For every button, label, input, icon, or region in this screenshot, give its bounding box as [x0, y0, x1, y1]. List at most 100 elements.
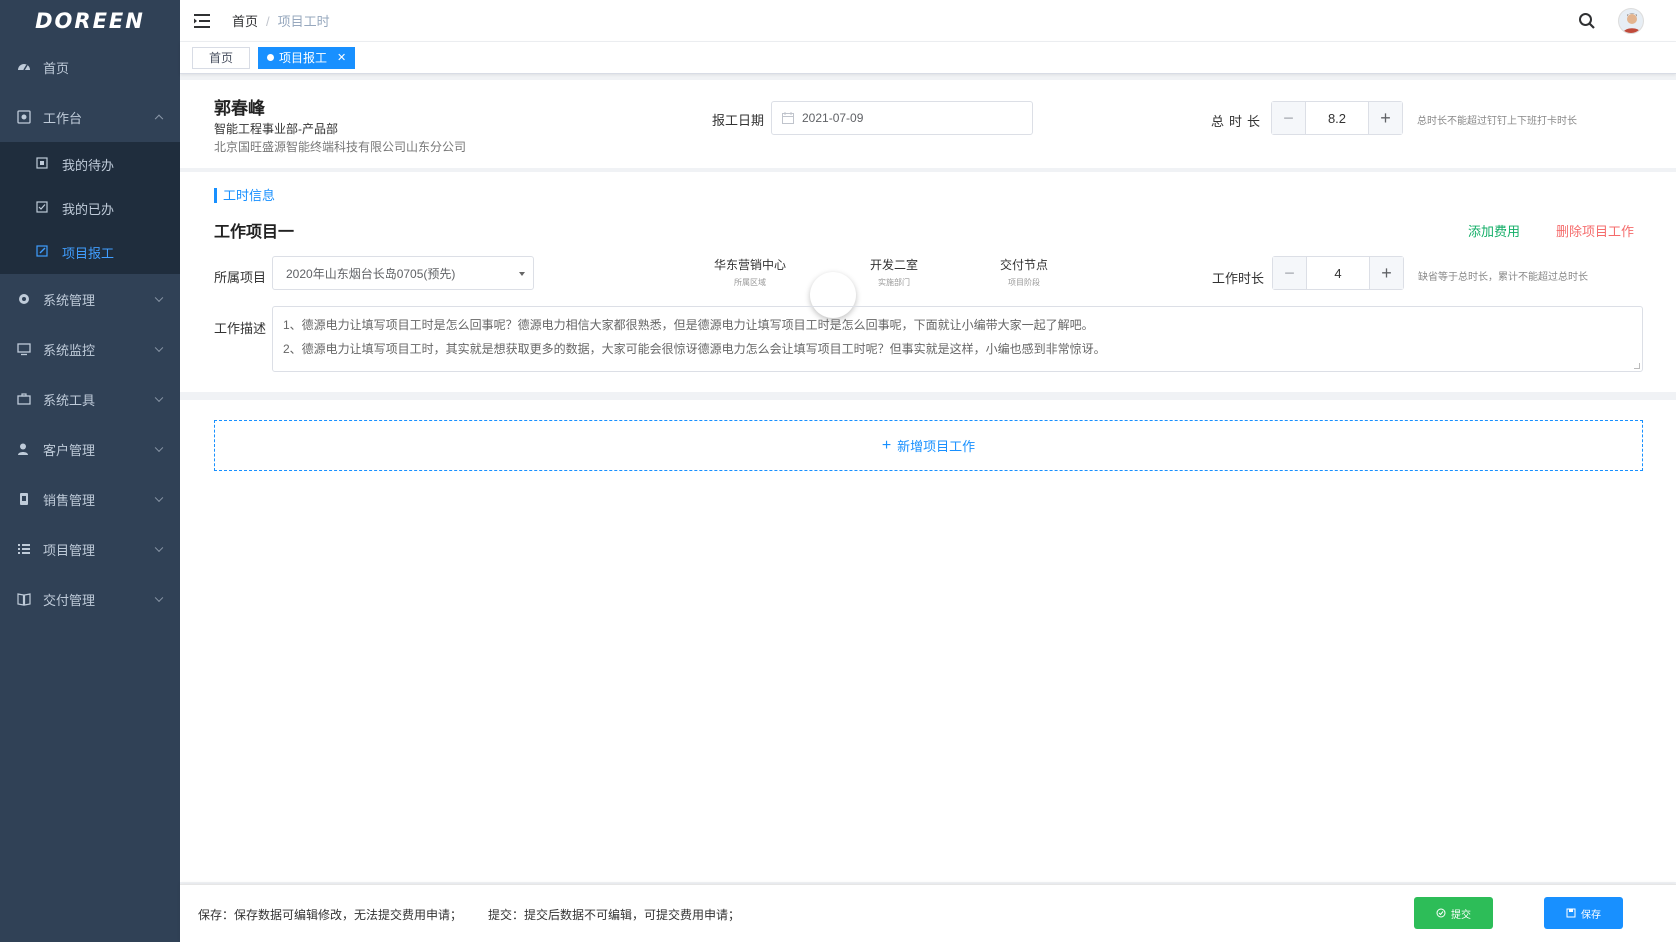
close-icon[interactable]: ✕	[337, 48, 346, 68]
sidebar-item-label: 我的已办	[62, 201, 115, 217]
decrease-button[interactable]: −	[1273, 257, 1307, 289]
menu-toggle-icon[interactable]	[194, 13, 210, 28]
sidebar-item-home[interactable]: 首页	[0, 42, 180, 92]
chevron-up-icon	[154, 114, 164, 124]
header-actions	[1578, 0, 1644, 42]
sidebar-item-label: 系统工具	[43, 392, 96, 408]
total-duration-value[interactable]: 8.2	[1306, 102, 1368, 134]
sidebar-item-label: 系统监控	[43, 342, 96, 358]
work-item-card: 工时信息 工作项目一 添加费用 删除项目工作 所属项目 2020年山东烟台长岛0…	[180, 172, 1676, 392]
employee-name: 郭春峰	[214, 99, 265, 118]
main-content: 郭春峰 智能工程事业部-产品部 北京国旺盛源智能终端科技有限公司山东分公司 报工…	[180, 74, 1676, 942]
report-date-value: 2021-07-09	[802, 111, 864, 125]
submit-button[interactable]: 提交	[1414, 897, 1493, 929]
edit-icon	[36, 245, 50, 259]
add-work-card: + 新增项目工作	[180, 400, 1676, 882]
check-circle-icon	[1436, 908, 1446, 918]
submit-note: 提交：提交后数据不可编辑，可提交费用申请；	[488, 908, 741, 922]
dept-value: 开发二室	[870, 258, 919, 272]
stage-info: 交付节点 项目阶段	[1000, 256, 1048, 288]
avatar[interactable]	[1618, 8, 1644, 34]
workbench-icon	[17, 110, 31, 124]
footer-bar: 保存：保存数据可编辑修改，无法提交费用申请； 提交：提交后数据不可编辑，可提交费…	[180, 884, 1676, 942]
sidebar-item-todo[interactable]: 我的待办	[0, 142, 180, 186]
sidebar-item-label: 项目报工	[62, 245, 115, 261]
dashboard-icon	[17, 60, 31, 74]
decrease-button[interactable]: −	[1272, 102, 1306, 134]
work-duration-value[interactable]: 4	[1307, 257, 1369, 289]
description-line: 1、德源电力让填写项目工时是怎么回事呢？德源电力相信大家都很熟悉，但是德源电力让…	[283, 318, 1094, 332]
tag-project-report[interactable]: 项目报工 ✕	[258, 46, 356, 69]
breadcrumb-current: 项目工时	[277, 14, 330, 29]
increase-button[interactable]: +	[1368, 102, 1402, 134]
sidebar: DOREEN 首页 工作台 我的待办 我的已办 项目报工 系统管理 系统监控 系…	[0, 0, 180, 942]
report-date-label: 报工日期	[712, 113, 765, 128]
total-duration-stepper[interactable]: − 8.2 +	[1271, 101, 1403, 135]
project-select-value: 2020年山东烟台长岛0705(预先)	[286, 266, 456, 281]
save-button[interactable]: 保存	[1544, 897, 1623, 929]
tag-label: 首页	[209, 50, 234, 65]
chevron-down-icon	[154, 593, 164, 603]
chevron-down-icon	[154, 543, 164, 553]
sidebar-item-monitor[interactable]: 系统监控	[0, 324, 180, 374]
breadcrumb-separator: /	[266, 14, 270, 29]
search-icon[interactable]	[1578, 12, 1596, 30]
sidebar-item-done[interactable]: 我的已办	[0, 186, 180, 230]
sidebar-item-system[interactable]: 系统管理	[0, 274, 180, 324]
sidebar-item-delivery[interactable]: 交付管理	[0, 574, 180, 624]
done-icon	[36, 201, 50, 215]
employee-company: 北京国旺盛源智能终端科技有限公司山东分公司	[214, 140, 467, 154]
book-icon	[17, 592, 31, 606]
tag-home[interactable]: 首页	[192, 46, 251, 69]
sidebar-item-tools[interactable]: 系统工具	[0, 374, 180, 424]
sidebar-item-label: 客户管理	[43, 442, 96, 458]
chevron-down-icon	[154, 343, 164, 353]
active-dot-icon	[267, 54, 275, 61]
work-duration-hint: 缺省等于总时长，累计不能超过总时长	[1418, 272, 1588, 283]
total-duration-hint: 总时长不能超过钉钉上下班打卡时长	[1417, 116, 1577, 127]
increase-button[interactable]: +	[1369, 257, 1403, 289]
employee-dept: 智能工程事业部-产品部	[214, 122, 338, 136]
top-header: 首页 / 项目工时	[180, 0, 1676, 42]
breadcrumb: 首页 / 项目工时	[232, 11, 330, 30]
sidebar-item-label: 交付管理	[43, 592, 96, 608]
stage-key: 项目阶段	[1008, 278, 1040, 287]
save-icon	[1566, 908, 1576, 918]
toolbox-icon	[17, 392, 31, 406]
add-work-label: 新增项目工作	[897, 439, 976, 454]
add-work-button[interactable]: + 新增项目工作	[214, 420, 1643, 471]
work-item-title: 工作项目一	[214, 224, 295, 241]
tag-label: 项目报工	[279, 50, 328, 65]
save-note: 保存：保存数据可编辑修改，无法提交费用申请；	[198, 908, 463, 922]
add-fee-link[interactable]: 添加费用	[1468, 221, 1520, 240]
caret-down-icon	[519, 272, 525, 276]
sidebar-item-workbench[interactable]: 工作台	[0, 92, 180, 142]
report-date-input[interactable]: 2021-07-09	[771, 101, 1033, 135]
chevron-down-icon	[154, 393, 164, 403]
list-icon	[17, 542, 31, 556]
sidebar-item-project-report[interactable]: 项目报工	[0, 230, 180, 274]
sidebar-item-label: 首页	[43, 60, 70, 76]
project-select[interactable]: 2020年山东烟台长岛0705(预先)	[272, 256, 534, 290]
sidebar-item-sales[interactable]: 销售管理	[0, 474, 180, 524]
sidebar-item-customers[interactable]: 客户管理	[0, 424, 180, 474]
sidebar-item-label: 我的待办	[62, 157, 115, 173]
breadcrumb-home[interactable]: 首页	[232, 14, 258, 29]
sidebar-item-projects[interactable]: 项目管理	[0, 524, 180, 574]
description-textarea[interactable]: 1、德源电力让填写项目工时是怎么回事呢？德源电力相信大家都很熟悉，但是德源电力让…	[272, 306, 1643, 372]
calendar-icon	[782, 112, 794, 124]
logo[interactable]: DOREEN	[0, 0, 180, 42]
description-label: 工作描述	[214, 321, 267, 336]
dept-info: 开发二室 实施部门	[870, 256, 918, 288]
region-key: 所属区域	[734, 278, 766, 287]
gear-icon	[17, 292, 31, 306]
submit-label: 提交	[1451, 909, 1471, 921]
project-label: 所属项目	[214, 270, 267, 285]
work-duration-stepper[interactable]: − 4 +	[1272, 256, 1404, 290]
tags-view: 首页 项目报工 ✕	[180, 42, 1676, 74]
sidebar-item-label: 工作台	[43, 110, 83, 126]
sidebar-item-label: 销售管理	[43, 492, 96, 508]
monitor-icon	[17, 342, 31, 356]
resize-handle-icon[interactable]	[1634, 363, 1640, 369]
delete-work-link[interactable]: 删除项目工作	[1556, 221, 1634, 240]
